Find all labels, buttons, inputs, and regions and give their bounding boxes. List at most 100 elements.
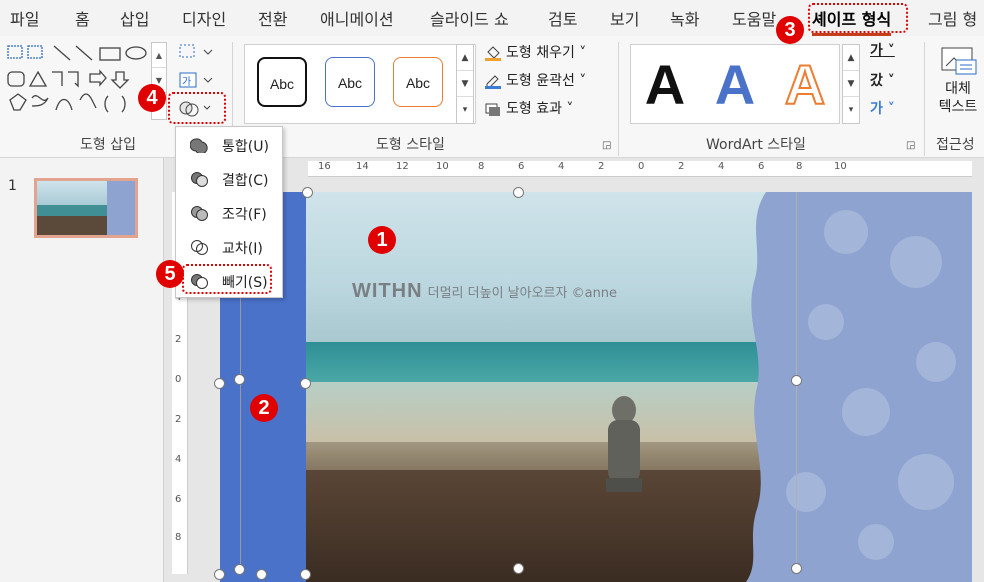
tab-file[interactable]: 파일 [10, 6, 39, 30]
highlight-shape-format-tab [808, 3, 908, 33]
text-outline-glyph: 갔 [870, 73, 883, 89]
resize-handle[interactable] [256, 569, 267, 580]
shape-fill-label: 도형 채우기 [506, 45, 575, 61]
ruler-tick: 6 [758, 161, 765, 172]
combine-icon [191, 172, 208, 187]
resize-handle[interactable] [214, 378, 225, 389]
scroll-up-icon[interactable]: ▲ [457, 45, 473, 71]
shape-fill-button[interactable]: 도형 채우기 ˅ [484, 42, 586, 62]
ruler-tick: 16 [318, 161, 331, 172]
menu-item-combine[interactable]: 결합(C) [182, 165, 278, 193]
wordart-orange[interactable]: A [775, 52, 835, 117]
resize-handle[interactable] [300, 569, 311, 580]
wordart-gallery-scroll[interactable]: ▲ ▼ ▾ [842, 44, 860, 124]
tab-transitions[interactable]: 전환 [258, 6, 287, 30]
step-badge-2: 2 [250, 394, 278, 422]
text-box-button[interactable]: 가 [178, 70, 218, 92]
ruler-tick: 2 [598, 161, 605, 172]
shape-effects-button[interactable]: 도형 효과 ˅ [484, 98, 573, 118]
tab-view[interactable]: 보기 [610, 6, 639, 30]
scroll-up-icon[interactable]: ▲ [843, 45, 859, 71]
ruler-tick: 4 [175, 454, 182, 465]
group-label-wordart: WordArt 스타일 [706, 137, 806, 153]
more-icon[interactable]: ▾ [457, 97, 473, 123]
bokeh-overlay-shape[interactable] [736, 192, 972, 582]
ruler-tick: 6 [518, 161, 525, 172]
wordart-black[interactable]: A [635, 53, 695, 117]
wordart-gallery[interactable]: A A A [630, 44, 840, 124]
scroll-down-icon[interactable]: ▼ [843, 71, 859, 97]
separator [924, 42, 925, 156]
style-preview-black[interactable]: Abc [257, 57, 307, 107]
tab-design[interactable]: 디자인 [182, 6, 226, 30]
menu-item-fragment[interactable]: 조각(F) [182, 199, 278, 227]
resize-handle[interactable] [234, 374, 245, 385]
ruler-tick: 2 [175, 334, 182, 345]
shape-gallery[interactable] [4, 42, 152, 120]
horizontal-ruler: 16 14 12 10 8 6 4 2 0 2 4 6 8 10 [308, 161, 972, 177]
highlight-merge-button [168, 92, 226, 124]
menu-item-label: 조각(F) [222, 207, 267, 223]
intersect-icon [191, 240, 208, 255]
text-outline-button[interactable]: 갔 ˅ [870, 70, 895, 90]
ruler-tick: 2 [678, 161, 685, 172]
shape-outline-label: 도형 윤곽선 [506, 73, 575, 89]
resize-handle[interactable] [791, 563, 802, 574]
resize-handle[interactable] [300, 378, 311, 389]
tab-picture-format[interactable]: 그림 형 [928, 6, 977, 30]
highlight-subtract-item [182, 264, 272, 294]
tab-animations[interactable]: 애니메이션 [320, 6, 394, 30]
tab-recording[interactable]: 녹화 [670, 6, 699, 30]
alt-text-button[interactable]: 대체 텍스트 [938, 46, 978, 128]
text-fill-button[interactable]: 가 ˅ [870, 40, 895, 60]
menu-item-label: 교차(I) [222, 241, 263, 257]
effects-icon [485, 103, 500, 116]
text-effects-button[interactable]: 가 ˅ [870, 98, 895, 118]
wordart-blue[interactable]: A [705, 53, 765, 117]
resize-handle[interactable] [513, 187, 524, 198]
scroll-down-icon[interactable]: ▼ [457, 71, 473, 97]
style-gallery-scroll[interactable]: ▲ ▼ ▾ [456, 44, 474, 124]
resize-handle[interactable] [791, 375, 802, 386]
ruler-tick: 8 [175, 532, 182, 543]
shape-style-gallery[interactable]: Abc Abc Abc [244, 44, 476, 124]
tab-home[interactable]: 홈 [75, 6, 90, 30]
slide[interactable]: WITHN 더멀리 더높이 날아오르자 ©anne [220, 192, 972, 582]
scroll-up-icon[interactable]: ▲ [152, 43, 166, 68]
tab-help[interactable]: 도움말 [732, 6, 776, 30]
style-preview-orange[interactable]: Abc [393, 57, 443, 107]
shape-effects-label: 도형 효과 [506, 101, 562, 117]
alt-text-icon [941, 47, 977, 75]
statue-figure [606, 396, 642, 492]
more-icon[interactable]: ▾ [843, 97, 859, 123]
tab-slideshow[interactable]: 슬라이드 쇼 [430, 6, 509, 30]
menu-item-intersect[interactable]: 교차(I) [182, 233, 278, 261]
photo[interactable]: WITHN 더멀리 더높이 날아오르자 ©anne [306, 192, 972, 582]
menu-item-union[interactable]: 통합(U) [182, 131, 278, 159]
resize-handle[interactable] [214, 569, 225, 580]
resize-handle[interactable] [513, 563, 524, 574]
pen-icon [485, 75, 501, 89]
dialog-launcher-icon[interactable]: ◲ [906, 140, 915, 151]
step-badge-5: 5 [156, 260, 184, 288]
union-icon [190, 138, 208, 153]
edit-shape-button[interactable] [178, 42, 218, 64]
group-label-insert-shapes: 도형 삽입 [80, 137, 136, 153]
slide-thumbnail-pane: 1 [0, 158, 164, 582]
resize-handle[interactable] [302, 187, 313, 198]
ruler-tick: 8 [796, 161, 803, 172]
ruler-tick: 12 [396, 161, 409, 172]
style-preview-blue[interactable]: Abc [325, 57, 375, 107]
watermark: WITHN 더멀리 더높이 날아오르자 ©anne [352, 280, 617, 303]
tab-insert[interactable]: 삽입 [120, 6, 149, 30]
separator [618, 42, 619, 156]
slide-thumbnail[interactable] [34, 178, 138, 238]
resize-handle[interactable] [234, 564, 245, 575]
paint-bucket-icon [485, 46, 501, 61]
dialog-launcher-icon[interactable]: ◲ [602, 140, 611, 151]
group-label-shape-styles: 도형 스타일 [376, 137, 445, 153]
ruler-tick: 8 [478, 161, 485, 172]
shape-outline-button[interactable]: 도형 윤곽선 ˅ [484, 70, 586, 90]
text-box-glyph: 가 [182, 77, 192, 88]
tab-review[interactable]: 검토 [548, 6, 577, 30]
